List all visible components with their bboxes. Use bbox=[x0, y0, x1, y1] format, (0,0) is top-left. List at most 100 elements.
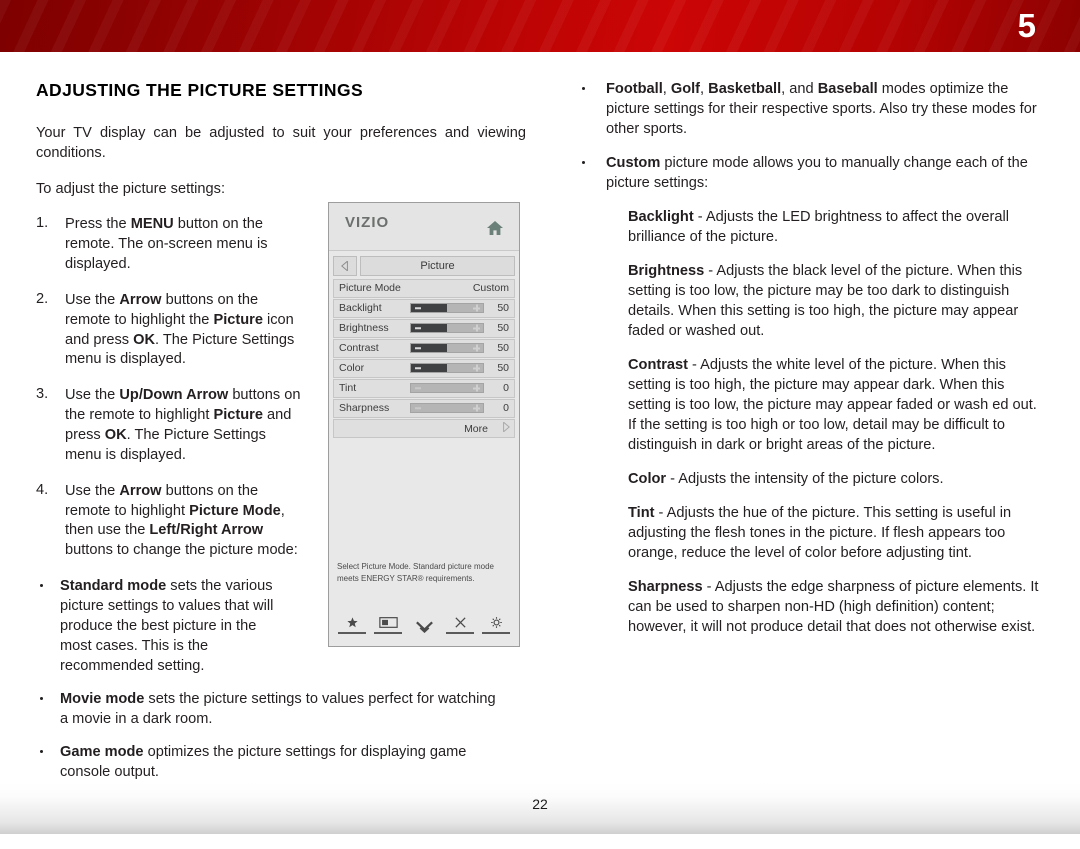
plus-icon[interactable] bbox=[473, 304, 480, 312]
osd-setting-row[interactable]: Sharpness 0 bbox=[333, 399, 515, 418]
bullet-dot bbox=[582, 87, 585, 90]
minus-icon[interactable] bbox=[415, 387, 421, 389]
osd-settings-rows: Picture Mode Custom Backlight 50 Brightness 5… bbox=[329, 279, 519, 418]
osd-setting-label: Sharpness bbox=[339, 402, 390, 415]
bullet-dot bbox=[582, 160, 585, 164]
bullet-item: Movie mode sets the picture settings to … bbox=[36, 690, 506, 730]
setting-definition: Contrast - Adjusts the white level of th… bbox=[628, 356, 1037, 453]
bullet-dot bbox=[40, 696, 43, 700]
osd-slider[interactable] bbox=[410, 303, 484, 314]
bullet-text: Custom picture mode allows you to manual… bbox=[606, 154, 1028, 191]
plus-icon[interactable] bbox=[473, 344, 480, 352]
picture-setting-definitions: Backlight - Adjusts the LED brightness t… bbox=[570, 208, 1048, 638]
step-number: 3. bbox=[36, 386, 49, 403]
osd-slider[interactable] bbox=[410, 343, 484, 354]
bullet-text: Game mode optimizes the picture settings… bbox=[60, 743, 467, 780]
step-number: 2. bbox=[36, 290, 49, 307]
step-number: 1. bbox=[36, 215, 49, 232]
osd-setting-row[interactable]: Contrast 50 bbox=[333, 339, 515, 358]
right-column: Football, Golf, Basketball, and Baseball… bbox=[570, 80, 1048, 652]
plus-icon[interactable] bbox=[473, 404, 480, 412]
osd-setting-value: 50 bbox=[497, 302, 509, 315]
vizio-logo: VIZIO bbox=[345, 214, 390, 231]
setting-definition: Tint - Adjusts the hue of the picture. T… bbox=[628, 504, 1012, 561]
osd-setting-value: 50 bbox=[497, 362, 509, 375]
osd-setting-row[interactable]: Tint 0 bbox=[333, 379, 515, 398]
minus-icon[interactable] bbox=[415, 407, 421, 409]
more-label: More bbox=[464, 422, 488, 435]
bullet-item: Game mode optimizes the picture settings… bbox=[36, 743, 506, 783]
bullet-text: Movie mode sets the picture settings to … bbox=[60, 690, 496, 727]
numbered-step: 1. Press the MENU button on the remote. T… bbox=[36, 215, 306, 275]
page-number: 22 bbox=[532, 796, 548, 812]
plus-icon[interactable] bbox=[473, 324, 480, 332]
lead-in-paragraph: To adjust the picture settings: bbox=[36, 181, 226, 198]
bullet-item: Standard mode sets the various picture s… bbox=[36, 577, 286, 677]
osd-bottom-icon-bar bbox=[337, 615, 511, 634]
step-number: 4. bbox=[36, 481, 49, 498]
minus-icon[interactable] bbox=[415, 307, 421, 309]
bullet-dot bbox=[40, 584, 43, 588]
forward-arrow-icon[interactable] bbox=[502, 421, 510, 435]
bullet-text: Football, Golf, Basketball, and Baseball… bbox=[606, 81, 1037, 137]
osd-tab-row: Picture bbox=[333, 255, 515, 277]
gear-icon[interactable] bbox=[481, 615, 511, 634]
star-icon[interactable] bbox=[337, 615, 367, 634]
osd-help-text: Select Picture Mode. Standard picture mo… bbox=[337, 562, 494, 583]
osd-setting-label: Contrast bbox=[339, 342, 379, 355]
plus-icon[interactable] bbox=[473, 384, 480, 392]
osd-setting-value: 0 bbox=[503, 382, 509, 395]
intro-paragraph: Your TV display can be adjusted to suit … bbox=[36, 125, 526, 162]
plus-icon[interactable] bbox=[473, 364, 480, 372]
step-text: Use the Up/Down Arrow buttons on the rem… bbox=[65, 387, 301, 463]
osd-setting-label: Picture Mode bbox=[339, 282, 401, 295]
home-icon[interactable] bbox=[487, 221, 503, 235]
tv-osd-screenshot: VIZIO Picture Picture Mode Custom Backligh… bbox=[328, 202, 520, 647]
osd-setting-row[interactable]: Brightness 50 bbox=[333, 319, 515, 338]
picture-mode-sports-bullets: Football, Golf, Basketball, and Baseball… bbox=[570, 80, 1048, 194]
setting-definition: Sharpness - Adjusts the edge sharpness o… bbox=[628, 578, 1039, 635]
double-chevron-down-icon[interactable] bbox=[409, 619, 439, 634]
step-text: Use the Arrow buttons on the remote to h… bbox=[65, 482, 298, 559]
osd-setting-row[interactable]: Picture Mode Custom bbox=[333, 279, 515, 298]
numbered-step: 4. Use the Arrow buttons on the remote to… bbox=[36, 482, 306, 561]
page-body: ADJUSTING THE PICTURE SETTINGS Your TV d… bbox=[0, 52, 1080, 833]
step-text: Use the Arrow buttons on the remote to h… bbox=[65, 291, 295, 368]
osd-more-row[interactable]: More bbox=[333, 419, 515, 438]
minus-icon[interactable] bbox=[415, 347, 421, 349]
chapter-number: 5 bbox=[1017, 6, 1036, 44]
osd-setting-row[interactable]: Color 50 bbox=[333, 359, 515, 378]
osd-setting-row[interactable]: Backlight 50 bbox=[333, 299, 515, 318]
back-arrow-icon[interactable] bbox=[333, 256, 357, 276]
osd-slider[interactable] bbox=[410, 323, 484, 334]
step-text: Press the MENU button on the remote. The… bbox=[65, 216, 268, 273]
osd-setting-value: 50 bbox=[497, 322, 509, 335]
osd-setting-label: Tint bbox=[339, 382, 357, 395]
numbered-step: 3. Use the Up/Down Arrow buttons on the r… bbox=[36, 386, 306, 465]
setting-definition: Brightness - Adjusts the black level of … bbox=[628, 262, 1023, 339]
bullet-dot bbox=[40, 749, 43, 753]
bullet-item: Custom picture mode allows you to manual… bbox=[570, 154, 1048, 194]
minus-icon[interactable] bbox=[415, 327, 421, 329]
osd-slider[interactable] bbox=[410, 363, 484, 374]
setting-definition: Color - Adjusts the intensity of the pic… bbox=[628, 470, 944, 487]
osd-slider[interactable] bbox=[410, 383, 484, 394]
close-x-icon[interactable] bbox=[445, 615, 475, 634]
page-footer: 22 bbox=[0, 782, 1080, 834]
minus-icon[interactable] bbox=[415, 367, 421, 369]
wide-picture-icon[interactable] bbox=[373, 615, 403, 634]
osd-setting-value: Custom bbox=[472, 282, 509, 295]
osd-setting-label: Brightness bbox=[339, 322, 389, 335]
bullet-item: Football, Golf, Basketball, and Baseball… bbox=[570, 80, 1048, 140]
osd-slider[interactable] bbox=[410, 403, 484, 414]
page-title: ADJUSTING THE PICTURE SETTINGS bbox=[36, 80, 364, 100]
osd-setting-label: Color bbox=[339, 362, 365, 375]
numbered-step: 2. Use the Arrow buttons on the remote to… bbox=[36, 291, 306, 370]
chapter-header-band: 5 bbox=[0, 0, 1080, 52]
osd-header: VIZIO bbox=[329, 203, 519, 251]
osd-tab-title: Picture bbox=[360, 256, 515, 276]
bullet-text: Standard mode sets the various picture s… bbox=[60, 578, 274, 674]
osd-setting-label: Backlight bbox=[339, 302, 382, 315]
setting-definition: Backlight - Adjusts the LED brightness t… bbox=[628, 208, 1009, 245]
osd-setting-value: 50 bbox=[497, 342, 509, 355]
